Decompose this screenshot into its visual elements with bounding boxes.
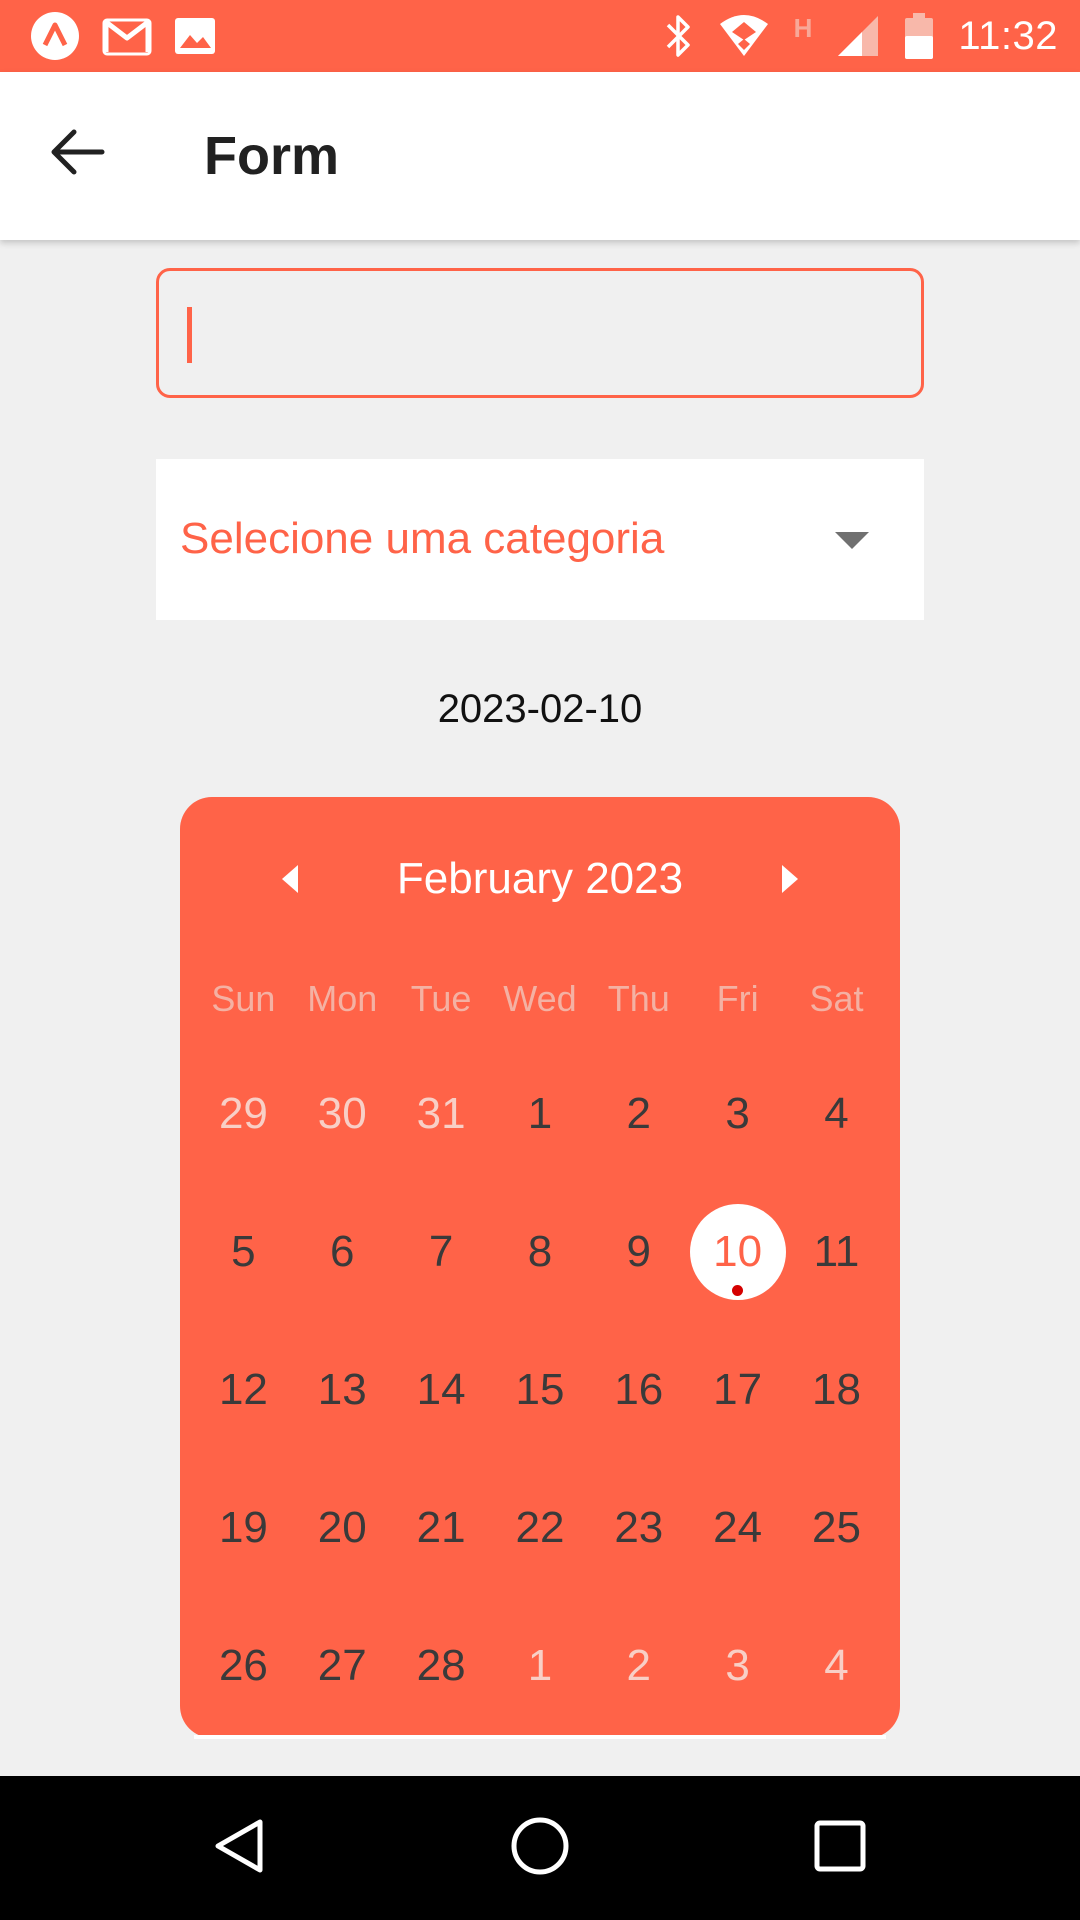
calendar-day-prev-month[interactable]: 30 xyxy=(293,1045,392,1183)
calendar-day[interactable]: 1 xyxy=(491,1045,590,1183)
dropdown-arrow-icon xyxy=(835,532,869,549)
category-picker[interactable]: Selecione uma categoria xyxy=(156,459,924,620)
calendar-day[interactable]: 16 xyxy=(589,1321,688,1459)
calendar-day[interactable]: 14 xyxy=(392,1321,491,1459)
calendar-day[interactable]: 6 xyxy=(293,1183,392,1321)
weekday-label: Mon xyxy=(307,978,378,1019)
calendar-day[interactable]: 22 xyxy=(491,1459,590,1597)
calendar-day[interactable]: 4 xyxy=(787,1045,886,1183)
calendar-day-next-month[interactable]: 4 xyxy=(787,1597,886,1735)
page-title: Form xyxy=(204,126,339,186)
status-bar-left xyxy=(30,10,216,62)
calendar-day[interactable]: 23 xyxy=(589,1459,688,1597)
calendar-day[interactable]: 12 xyxy=(194,1321,293,1459)
home-circle-icon xyxy=(508,1814,572,1883)
signal-icon xyxy=(836,14,880,58)
calendar-day[interactable]: 15 xyxy=(491,1321,590,1459)
text-input-field[interactable] xyxy=(156,268,924,398)
calendar-day[interactable]: 7 xyxy=(392,1183,491,1321)
h-network-icon: H xyxy=(793,12,813,43)
next-month-button[interactable] xyxy=(758,849,818,909)
weekday-label: Fri xyxy=(716,978,759,1019)
calendar-day[interactable]: 5 xyxy=(194,1183,293,1321)
calendar-scroll-edge xyxy=(194,1735,886,1739)
text-cursor xyxy=(187,307,192,363)
weekday-label: Tue xyxy=(410,978,472,1019)
app-bar: Form xyxy=(0,72,1080,240)
calendar-day[interactable]: 18 xyxy=(787,1321,886,1459)
calendar-day[interactable]: 20 xyxy=(293,1459,392,1597)
calendar: February 2023 Sun Mon Tue Wed Thu Fri Sa… xyxy=(180,797,900,1738)
category-picker-label: Selecione uma categoria xyxy=(180,514,665,563)
calendar-day-next-month[interactable]: 3 xyxy=(688,1597,787,1735)
calendar-day[interactable]: 19 xyxy=(194,1459,293,1597)
calendar-day-prev-month[interactable]: 31 xyxy=(392,1045,491,1183)
nav-home-button[interactable] xyxy=(490,1798,590,1898)
weekday-header-row: Sun Mon Tue Wed Thu Fri Sat xyxy=(194,975,886,1023)
calendar-day-prev-month[interactable]: 29 xyxy=(194,1045,293,1183)
calendar-day-selected[interactable]: 10 xyxy=(688,1183,787,1321)
system-navigation-bar xyxy=(0,1776,1080,1920)
text-input[interactable] xyxy=(159,271,921,395)
calendar-day-next-month[interactable]: 2 xyxy=(589,1597,688,1735)
chevron-right-icon xyxy=(782,865,798,893)
wifi-icon xyxy=(718,14,770,58)
calendar-day[interactable]: 11 xyxy=(787,1183,886,1321)
recents-square-icon xyxy=(812,1818,868,1879)
weekday-label: Sat xyxy=(809,978,864,1019)
calendar-day-next-month[interactable]: 1 xyxy=(491,1597,590,1735)
calendar-day[interactable]: 2 xyxy=(589,1045,688,1183)
selected-day-number: 10 xyxy=(713,1227,763,1276)
calendar-header: February 2023 xyxy=(180,845,900,915)
status-bar: H 11:32 xyxy=(0,0,1080,72)
bluetooth-icon xyxy=(664,13,694,59)
calendar-day[interactable]: 13 xyxy=(293,1321,392,1459)
calendar-day[interactable]: 27 xyxy=(293,1597,392,1735)
gallery-icon xyxy=(174,17,216,55)
calendar-day[interactable]: 24 xyxy=(688,1459,787,1597)
nav-back-button[interactable] xyxy=(190,1798,290,1898)
weekday-label: Thu xyxy=(607,978,670,1019)
weekday-label: Sun xyxy=(211,978,276,1019)
calendar-day[interactable]: 28 xyxy=(392,1597,491,1735)
back-button[interactable] xyxy=(40,116,116,192)
arrow-back-icon xyxy=(50,128,106,181)
selected-date-text: 2023-02-10 xyxy=(437,687,643,731)
calendar-day[interactable]: 8 xyxy=(491,1183,590,1321)
calendar-day[interactable]: 21 xyxy=(392,1459,491,1597)
calendar-day[interactable]: 17 xyxy=(688,1321,787,1459)
days-grid: 29 30 31 1 2 3 4 5 6 7 8 9 10 11 12 13 1… xyxy=(194,1045,886,1735)
status-time: 11:32 xyxy=(958,13,1058,58)
calendar-day[interactable]: 9 xyxy=(589,1183,688,1321)
calendar-day[interactable]: 25 xyxy=(787,1459,886,1597)
weekday-label: Wed xyxy=(503,978,577,1019)
battery-icon xyxy=(904,12,934,60)
back-triangle-icon xyxy=(210,1816,270,1881)
status-bar-right: H 11:32 xyxy=(664,8,1058,64)
calendar-day[interactable]: 3 xyxy=(688,1045,787,1183)
nav-recents-button[interactable] xyxy=(790,1798,890,1898)
gmail-icon xyxy=(102,16,152,56)
app-logo-icon xyxy=(30,11,80,61)
calendar-day[interactable]: 26 xyxy=(194,1597,293,1735)
